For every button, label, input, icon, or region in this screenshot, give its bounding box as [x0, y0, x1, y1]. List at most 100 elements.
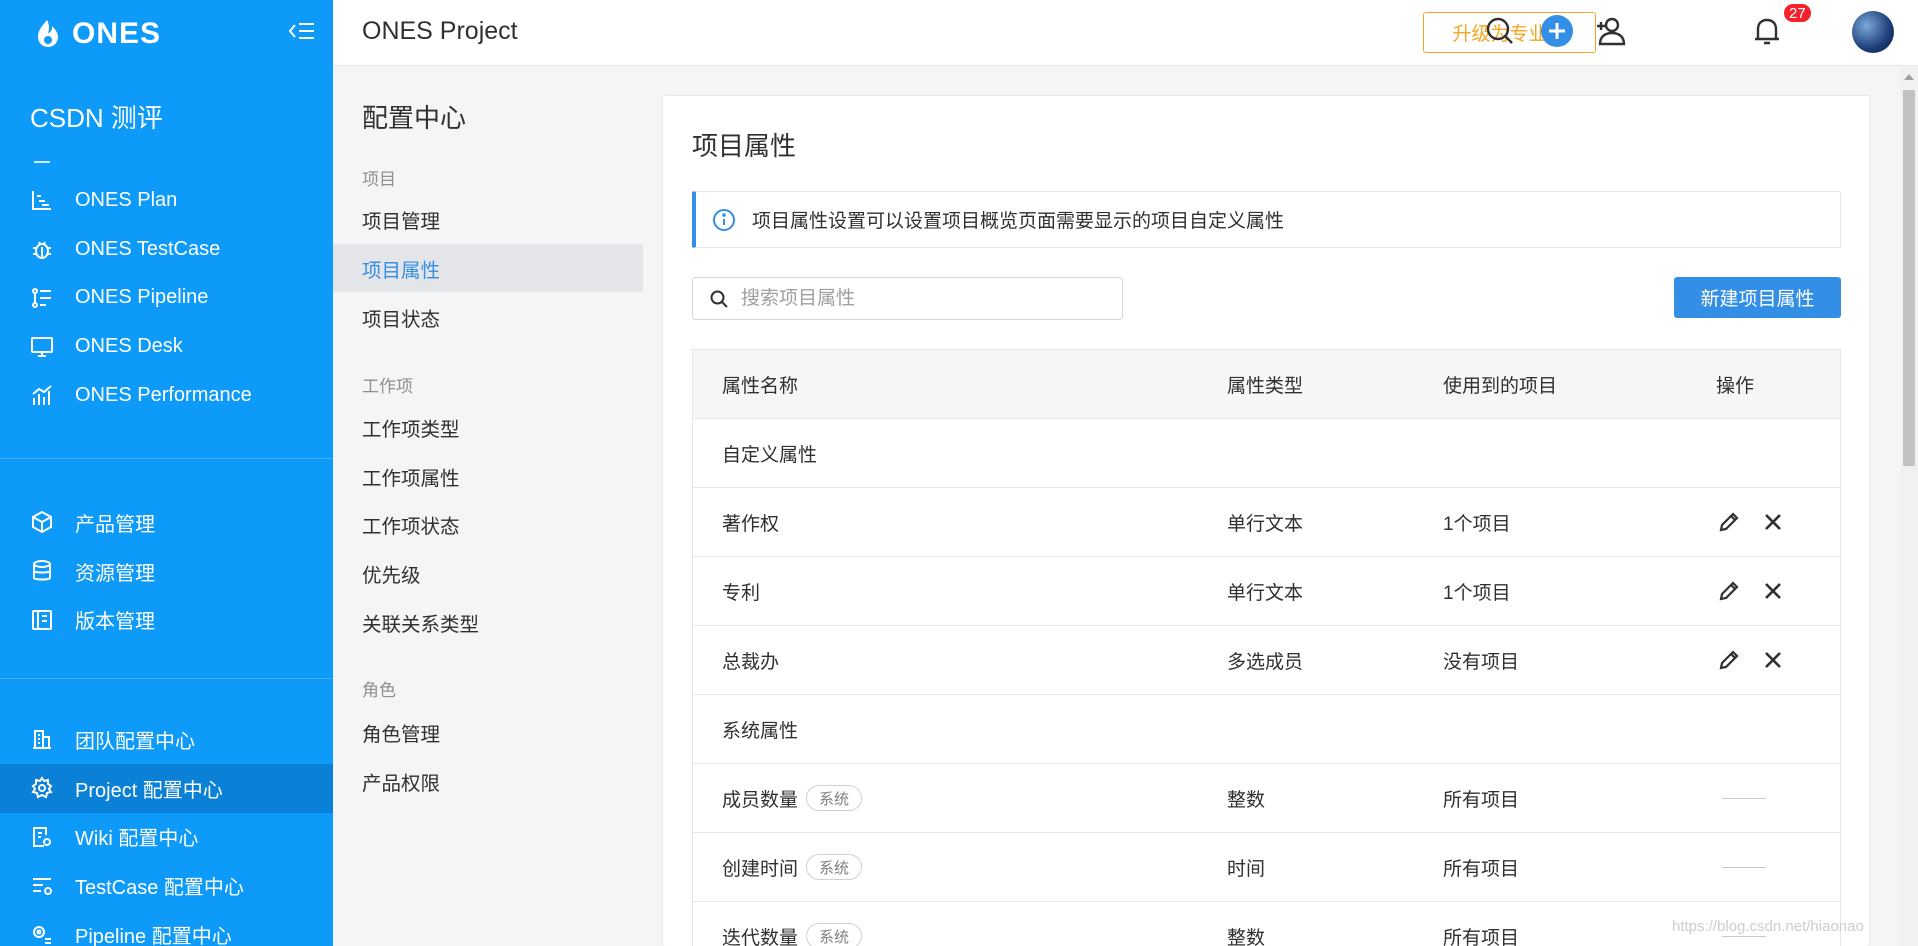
logo-text: ONES [72, 17, 162, 50]
avatar[interactable] [1852, 11, 1894, 53]
workspace-name[interactable]: CSDN 测评 [30, 98, 163, 135]
table-row: 著作权 单行文本 1个项目 [693, 488, 1840, 557]
nav-wiki-config[interactable]: Wiki 配置中心 [0, 813, 333, 862]
edit-icon[interactable] [1716, 578, 1742, 604]
property-name: 专利 [722, 582, 761, 604]
info-text: 项目属性设置可以设置项目概览页面需要显示的项目自定义属性 [752, 211, 1285, 232]
menu-item-workitem-properties[interactable]: 工作项属性 [333, 452, 643, 500]
no-action-dash [1722, 797, 1766, 799]
property-type: 整数 [1227, 789, 1266, 811]
property-used: 所有项目 [1443, 789, 1520, 811]
management-nav: 产品管理 资源管理 版本管理 [0, 498, 333, 644]
system-tag: 系统 [806, 923, 863, 946]
menu-item-product-permission[interactable]: 产品权限 [333, 757, 643, 805]
menu-item-role-management[interactable]: 角色管理 [333, 708, 643, 756]
row-actions [1716, 626, 1786, 694]
nav-label: ONES Plan [75, 188, 178, 211]
nav-team-config[interactable]: 团队配置中心 [0, 715, 333, 764]
row-actions [1716, 833, 1766, 901]
nav-resource-management[interactable]: 资源管理 [0, 547, 333, 596]
menu-item-project-status[interactable]: 项目状态 [333, 293, 643, 341]
property-name-cell: 成员数量 系统 [722, 764, 863, 832]
nav-ones-plan[interactable]: ONES Plan [0, 176, 333, 225]
menu-item-workitem-status[interactable]: 工作项状态 [333, 500, 643, 548]
edit-icon[interactable] [1716, 509, 1742, 535]
column-header-type: 属性类型 [1227, 375, 1304, 397]
table-row: 迭代数量 系统 整数 所有项目 [693, 902, 1840, 946]
nav-label: ONES Pipeline [75, 286, 209, 309]
config-group-workitem: 工作项 [362, 377, 413, 396]
nav-label: 版本管理 [75, 611, 155, 634]
vertical-scrollbar[interactable] [1900, 66, 1918, 946]
nav-version-management[interactable]: 版本管理 [0, 596, 333, 645]
scroll-up-arrow-icon[interactable] [1904, 74, 1914, 80]
table-row: 专利 单行文本 1个项目 [693, 557, 1840, 626]
nav-ones-testcase[interactable]: ONES TestCase [0, 225, 333, 274]
bug-icon [33, 241, 51, 260]
property-type: 单行文本 [1227, 582, 1304, 604]
new-property-button[interactable]: 新建项目属性 [1674, 277, 1841, 318]
nav-project-config[interactable]: Project 配置中心 [0, 763, 333, 813]
nav-label: ONES Performance [75, 384, 252, 407]
nav-testcase-config[interactable]: TestCase 配置中心 [0, 861, 333, 910]
table-row: 成员数量 系统 整数 所有项目 [693, 764, 1840, 833]
search-input[interactable] [741, 287, 1121, 310]
nav-label: 产品管理 [75, 513, 155, 536]
add-user-icon[interactable] [1594, 14, 1628, 48]
system-tag: 系统 [806, 854, 863, 880]
property-name: 总裁办 [722, 651, 780, 673]
gear-icon [31, 776, 53, 799]
nav-ones-pipeline[interactable]: ONES Pipeline [0, 274, 333, 323]
property-name-cell: 创建时间 系统 [722, 833, 863, 901]
section-title: 项目属性 [692, 131, 797, 161]
delete-icon[interactable] [1760, 647, 1786, 673]
delete-icon[interactable] [1760, 509, 1786, 535]
menu-item-priority[interactable]: 优先级 [333, 549, 643, 597]
row-actions [1716, 557, 1786, 625]
nav-product-management[interactable]: 产品管理 [0, 498, 333, 547]
ones-logo[interactable]: ONES [34, 14, 161, 54]
building-icon [33, 730, 51, 750]
property-type: 多选成员 [1227, 651, 1304, 673]
no-action-dash [1722, 866, 1766, 868]
table-row: 总裁办 多选成员 没有项目 [693, 626, 1840, 695]
scroll-thumb[interactable] [1903, 90, 1915, 466]
config-nav: 团队配置中心 Project 配置中心 Wiki 配置中心 TestCase 配… [0, 715, 333, 946]
no-action-dash [1722, 935, 1766, 937]
sidebar-divider [0, 678, 333, 679]
system-tag: 系统 [806, 785, 863, 811]
nav-label: 资源管理 [75, 562, 155, 585]
delete-icon[interactable] [1760, 578, 1786, 604]
ones-logo-icon [38, 20, 58, 47]
property-type: 单行文本 [1227, 513, 1304, 535]
nav-pipeline-config[interactable]: Pipeline 配置中心 [0, 910, 333, 946]
bell-icon[interactable] [1750, 14, 1784, 48]
nav-label: Project 配置中心 [75, 779, 223, 802]
cube-icon [32, 511, 52, 534]
menu-item-link-type[interactable]: 关联关系类型 [333, 598, 643, 646]
menu-item-workitem-type[interactable]: 工作项类型 [333, 403, 643, 451]
config-menu: 配置中心 项目 项目管理 项目属性 项目状态 工作项 工作项类型 工作项属性 工… [333, 66, 643, 946]
column-header-used: 使用到的项目 [1443, 375, 1558, 397]
nav-ones-desk[interactable]: ONES Desk [0, 322, 333, 371]
list-settings-icon [33, 877, 52, 895]
search-icon[interactable] [1483, 14, 1517, 48]
add-icon[interactable] [1540, 14, 1574, 48]
row-actions [1716, 764, 1766, 832]
table-row: 创建时间 系统 时间 所有项目 [693, 833, 1840, 902]
nav-ones-performance[interactable]: ONES Performance [0, 371, 333, 420]
group-label: 系统属性 [722, 720, 799, 742]
notification-badge: 27 [1782, 2, 1813, 24]
edit-icon[interactable] [1716, 647, 1742, 673]
wiki-settings-icon [33, 826, 51, 847]
row-actions [1716, 488, 1786, 556]
property-used: 没有项目 [1443, 651, 1520, 673]
menu-item-project-properties[interactable]: 项目属性 [333, 244, 643, 292]
info-banner: 项目属性设置可以设置项目概览页面需要显示的项目自定义属性 [692, 191, 1841, 248]
workspace-divider [34, 161, 50, 163]
info-icon [713, 208, 735, 231]
watermark: https://blog.csdn.net/hiaonao [1672, 918, 1864, 935]
collapse-sidebar-icon[interactable] [288, 20, 316, 42]
nav-label: 团队配置中心 [75, 730, 195, 753]
menu-item-project-management[interactable]: 项目管理 [333, 195, 643, 243]
